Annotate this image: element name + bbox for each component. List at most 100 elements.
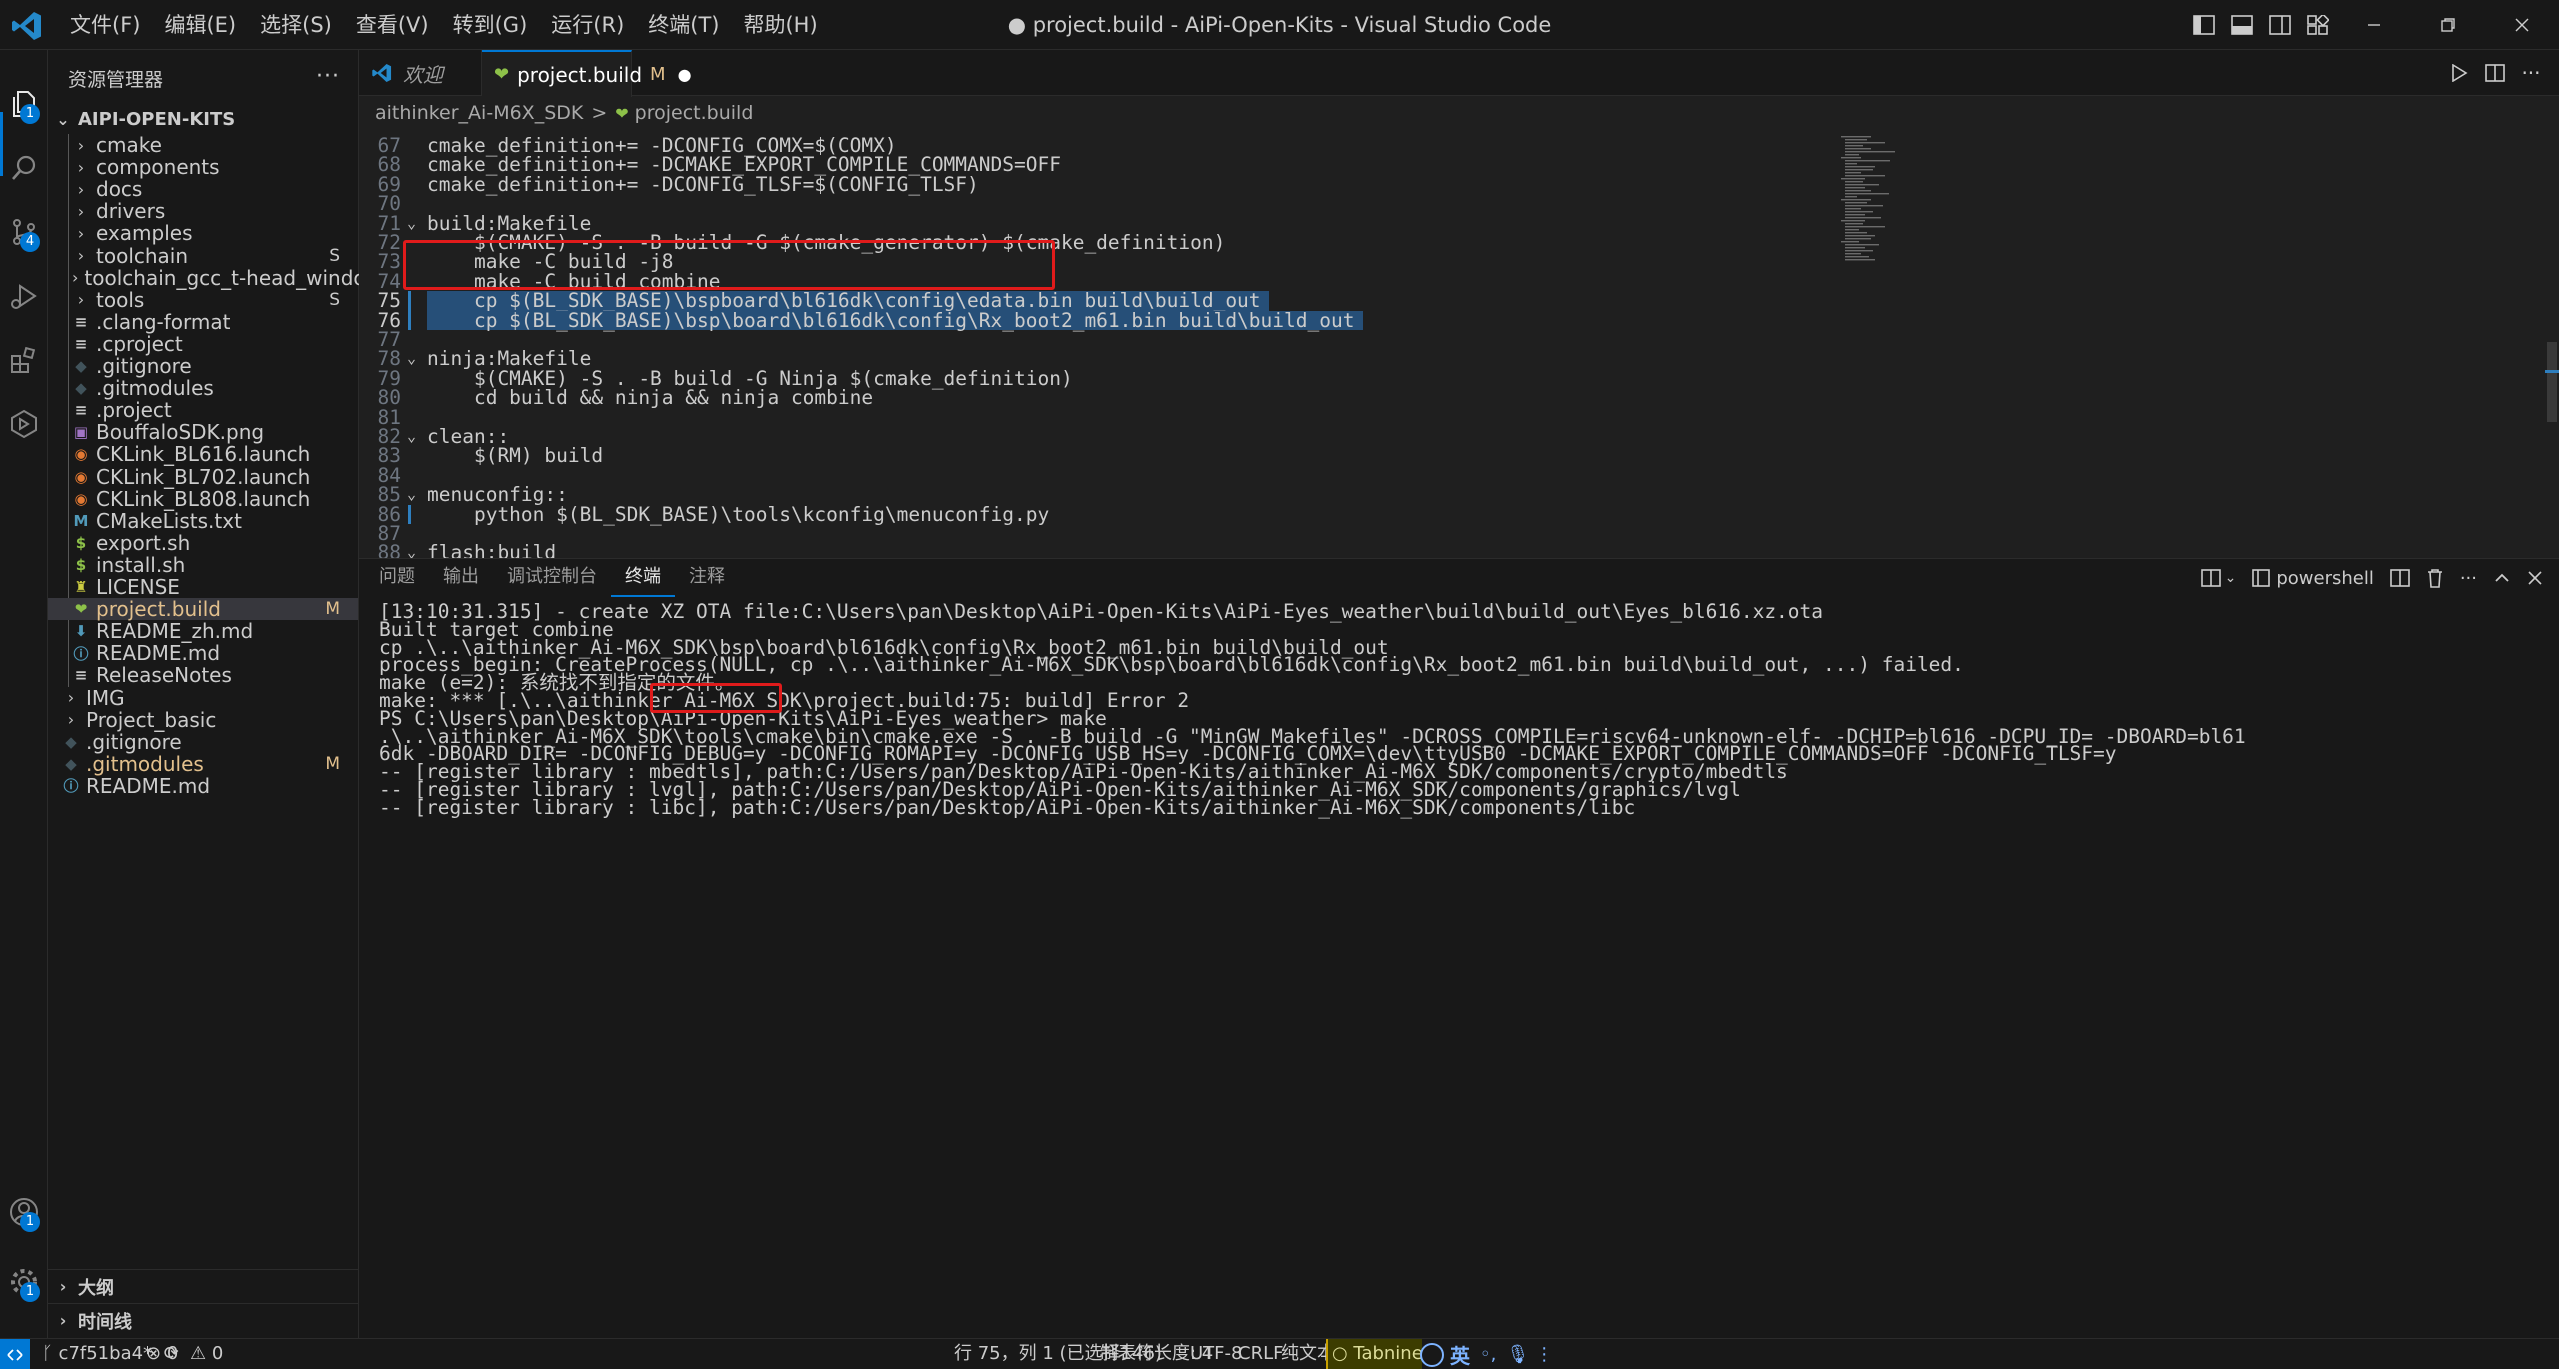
code-line[interactable]: 68 cmake_definition+= -DCMAKE_EXPORT_COMP… bbox=[359, 155, 1559, 175]
close-panel-button[interactable] bbox=[2519, 559, 2551, 597]
tree-file[interactable]: $ export.sh bbox=[48, 531, 358, 555]
tree-folder[interactable]: › Project_basic bbox=[48, 708, 358, 732]
tree-folder[interactable]: › examples bbox=[48, 221, 358, 245]
code-line[interactable]: 81 bbox=[359, 407, 1559, 427]
code-line[interactable]: 70 bbox=[359, 194, 1559, 214]
tab-dirty-dot[interactable]: ● bbox=[678, 65, 692, 84]
remote-explorer-activity-button[interactable] bbox=[0, 392, 48, 456]
eol-status[interactable]: CRLF bbox=[1238, 1339, 1283, 1369]
tree-folder[interactable]: › tools S bbox=[48, 288, 358, 312]
menu-go[interactable]: 转到(G) bbox=[441, 0, 540, 50]
tab-output[interactable]: 输出 bbox=[429, 559, 493, 597]
tree-file[interactable]: ≡ .cproject bbox=[48, 332, 358, 356]
tree-folder[interactable]: › docs bbox=[48, 177, 358, 201]
fold-chevron-icon[interactable]: ⌄ bbox=[407, 214, 416, 233]
toggle-secondary-sidebar-button[interactable] bbox=[2261, 0, 2299, 50]
source-control-activity-button[interactable]: 4 bbox=[0, 200, 48, 264]
timeline-section-header[interactable]: › 时间线 bbox=[48, 1303, 358, 1337]
toggle-panel-button[interactable] bbox=[2223, 0, 2261, 50]
tab-debug-console[interactable]: 调试控制台 bbox=[493, 559, 611, 597]
restore-button[interactable] bbox=[2411, 0, 2485, 50]
tree-file[interactable]: ◉ CKLink_BL616.launch bbox=[48, 442, 358, 466]
outline-section-header[interactable]: › 大纲 bbox=[48, 1269, 358, 1303]
tree-file[interactable]: ⬇ README_zh.md bbox=[48, 619, 358, 643]
tree-folder[interactable]: › toolchain S bbox=[48, 244, 358, 268]
tree-file[interactable]: ◆ .gitignore bbox=[48, 730, 358, 754]
code-line[interactable]: 83 $(RM) build bbox=[359, 446, 1559, 466]
tab-welcome[interactable]: 欢迎 bbox=[359, 50, 482, 96]
tree-file[interactable]: $ install.sh bbox=[48, 553, 358, 577]
tree-file[interactable]: ◉ CKLink_BL808.launch bbox=[48, 487, 358, 511]
microphone-icon[interactable]: 🎙 bbox=[1506, 1344, 1529, 1365]
code-line[interactable]: 76 cp $(BL_SDK_BASE)\bsp\board\bl616dk\c… bbox=[359, 310, 1559, 330]
fold-chevron-icon[interactable]: ⌄ bbox=[407, 349, 416, 368]
accounts-activity-button[interactable]: 1 bbox=[0, 1180, 48, 1244]
code-line[interactable]: 69 cmake_definition+= -DCONFIG_TLSF=$(CON… bbox=[359, 174, 1559, 194]
menu-run[interactable]: 运行(R) bbox=[539, 0, 636, 50]
tree-file[interactable]: ≡ .clang-format bbox=[48, 310, 358, 334]
editor-more-button[interactable]: ··· bbox=[2513, 50, 2549, 96]
tree-file[interactable]: ◆ .gitmodules M bbox=[48, 752, 358, 776]
menu-edit[interactable]: 编辑(E) bbox=[152, 0, 248, 50]
customize-layout-button[interactable] bbox=[2299, 0, 2337, 50]
tree-file[interactable]: ⓘ README.md bbox=[48, 641, 358, 665]
menu-file[interactable]: 文件(F) bbox=[58, 0, 152, 50]
tree-file[interactable]: ◆ .gitignore bbox=[48, 354, 358, 378]
tabnine-status[interactable]: ○ Tabnine: Sign bbox=[1326, 1339, 1422, 1369]
tab-problems[interactable]: 问题 bbox=[365, 559, 429, 597]
code-line[interactable]: 86 python $(BL_SDK_BASE)\tools\kconfig\m… bbox=[359, 504, 1559, 524]
breadcrumb-file[interactable]: project.build bbox=[635, 102, 754, 124]
remote-indicator-button[interactable] bbox=[0, 1339, 30, 1369]
breadcrumb-folder[interactable]: aithinker_Ai-M6X_SDK bbox=[375, 102, 583, 124]
ime-more-icon[interactable]: ⋮ bbox=[1535, 1344, 1553, 1365]
run-debug-activity-button[interactable] bbox=[0, 264, 48, 328]
tree-file[interactable]: M CMakeLists.txt bbox=[48, 509, 358, 533]
code-line[interactable]: 85 ⌄ menuconfig:: bbox=[359, 485, 1559, 505]
fold-chevron-icon[interactable]: ⌄ bbox=[407, 427, 416, 446]
tree-folder[interactable]: › toolchain_gcc_t-head_windows bbox=[48, 266, 392, 290]
tree-folder[interactable]: › IMG bbox=[48, 686, 358, 710]
manage-activity-button[interactable]: 1 bbox=[0, 1250, 48, 1314]
ime-mode[interactable]: 英 bbox=[1450, 1340, 1470, 1369]
toggle-primary-sidebar-button[interactable] bbox=[2185, 0, 2223, 50]
workspace-folder-header[interactable]: ⌄ AIPI-OPEN-KITS bbox=[48, 106, 358, 132]
minimize-button[interactable] bbox=[2337, 0, 2411, 50]
tree-folder[interactable]: › cmake bbox=[48, 133, 358, 157]
panel-more-button[interactable]: ··· bbox=[2452, 559, 2485, 597]
close-window-button[interactable] bbox=[2485, 0, 2559, 50]
code-line[interactable]: 80 cd build && ninja && ninja combine bbox=[359, 388, 1559, 408]
tree-file[interactable]: ▣ BouffaloSDK.png bbox=[48, 420, 358, 444]
menu-terminal[interactable]: 终端(T) bbox=[636, 0, 731, 50]
ime-punctuation-icon[interactable]: ◦, bbox=[1480, 1344, 1496, 1365]
minimap[interactable] bbox=[1839, 136, 1919, 266]
tree-file[interactable]: ♜ LICENSE bbox=[48, 575, 358, 599]
tree-file[interactable]: ◆ .gitmodules bbox=[48, 376, 358, 400]
editor-scrollbar[interactable] bbox=[2545, 130, 2559, 558]
tree-folder[interactable]: › components bbox=[48, 155, 358, 179]
menu-selection[interactable]: 选择(S) bbox=[248, 0, 344, 50]
tree-folder[interactable]: › drivers bbox=[48, 199, 358, 223]
tab-terminal[interactable]: 终端 bbox=[611, 559, 675, 597]
tab-project-build[interactable]: ❤ project.build M ● bbox=[482, 50, 692, 97]
explorer-activity-button[interactable]: 1 bbox=[0, 72, 48, 136]
extensions-activity-button[interactable] bbox=[0, 328, 48, 392]
encoding-status[interactable]: UTF-8 bbox=[1190, 1339, 1242, 1369]
kill-terminal-button[interactable] bbox=[2418, 559, 2452, 597]
menu-view[interactable]: 查看(V) bbox=[344, 0, 441, 50]
maximize-panel-button[interactable] bbox=[2485, 559, 2519, 597]
tree-file[interactable]: ◉ CKLink_BL702.launch bbox=[48, 465, 358, 489]
terminal-instance[interactable]: powershell bbox=[2244, 559, 2382, 597]
run-button[interactable] bbox=[2441, 50, 2477, 96]
new-terminal-dropdown-button[interactable]: ⌄ bbox=[2193, 559, 2245, 597]
more-actions-button[interactable]: ··· bbox=[316, 64, 340, 89]
code-line[interactable]: 78 ⌄ ninja:Makefile bbox=[359, 349, 1559, 369]
problems-status[interactable]: ⊗ 0 ⚠ 0 bbox=[146, 1339, 223, 1369]
split-editor-button[interactable] bbox=[2477, 50, 2513, 96]
menu-help[interactable]: 帮助(H) bbox=[731, 0, 829, 50]
tree-file[interactable]: ⓘ README.md bbox=[48, 774, 358, 798]
tree-file[interactable]: ≡ ReleaseNotes bbox=[48, 663, 358, 687]
tab-comments[interactable]: 注释 bbox=[675, 559, 739, 597]
tree-file[interactable]: ≡ .project bbox=[48, 398, 358, 422]
search-activity-button[interactable] bbox=[0, 136, 48, 200]
split-terminal-button[interactable] bbox=[2382, 559, 2418, 597]
